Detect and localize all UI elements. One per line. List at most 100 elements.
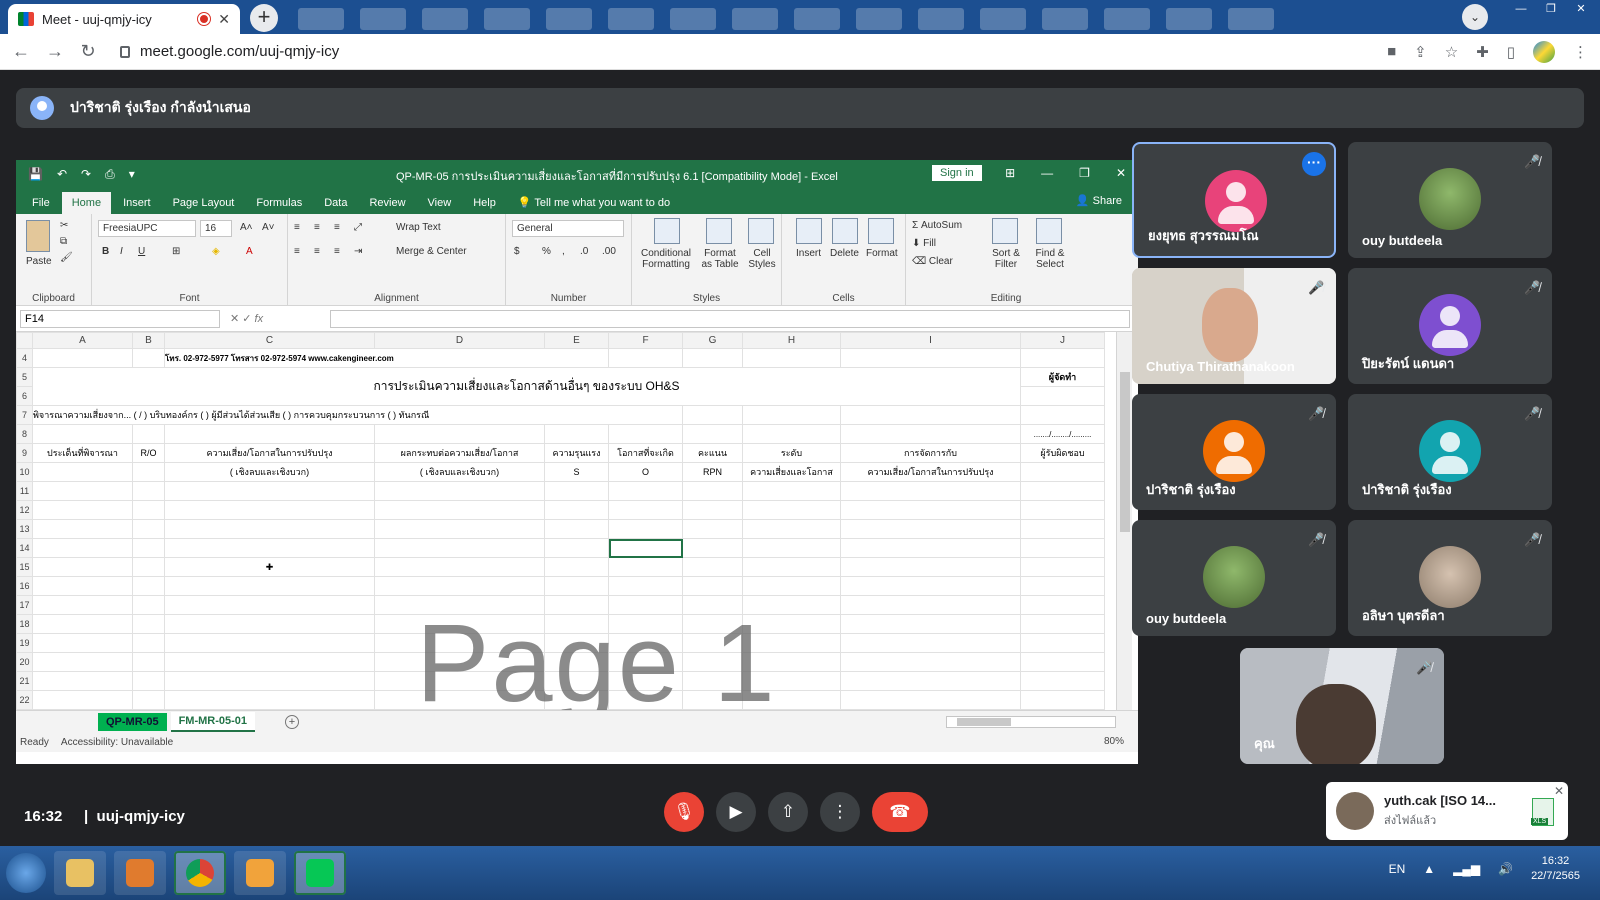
cell[interactable]	[32, 481, 133, 501]
cell[interactable]	[840, 633, 1021, 653]
cell[interactable]	[742, 633, 841, 653]
cell-styles-icon[interactable]	[748, 218, 774, 244]
tab-page-layout[interactable]: Page Layout	[163, 192, 245, 214]
tab-insert[interactable]: Insert	[113, 192, 161, 214]
cell[interactable]	[840, 690, 1021, 710]
font-size-select[interactable]: 16	[200, 220, 232, 237]
cell[interactable]	[132, 614, 165, 634]
accounting-format-icon[interactable]: $	[514, 246, 520, 257]
chat-notification[interactable]: yuth.cak [ISO 14... ส่งไฟล์แล้ว XLS ✕	[1326, 782, 1568, 840]
cell[interactable]	[840, 348, 1021, 368]
insert-cells-icon[interactable]	[796, 218, 822, 244]
format-as-table-button[interactable]: Format as Table	[698, 248, 742, 270]
row-header[interactable]: 17	[16, 595, 33, 615]
decrease-font-icon[interactable]: A˅	[262, 222, 275, 233]
cell[interactable]	[32, 557, 133, 577]
cell[interactable]	[608, 424, 683, 444]
borders-icon[interactable]: ⊞	[172, 246, 180, 257]
cell[interactable]	[682, 690, 743, 710]
cell[interactable]	[32, 576, 133, 596]
horizontal-scroll-thumb[interactable]	[957, 718, 1011, 726]
cell-header[interactable]: RPN	[682, 462, 743, 482]
cell-header[interactable]: โอกาสที่จะเกิด	[608, 443, 683, 463]
cell[interactable]	[682, 538, 743, 558]
col-header[interactable]: F	[608, 332, 683, 349]
participant-tile[interactable]: 🎤̸ อลิษา บุตรดีลา	[1348, 520, 1552, 636]
cell[interactable]	[374, 500, 545, 520]
cell[interactable]	[742, 424, 841, 444]
cell[interactable]	[32, 500, 133, 520]
cell-header[interactable]: ( เชิงลบและเชิงบวก)	[374, 462, 545, 482]
cell[interactable]	[374, 652, 545, 672]
cell[interactable]	[840, 652, 1021, 672]
increase-font-icon[interactable]: A˄	[240, 222, 253, 233]
cell[interactable]	[742, 519, 841, 539]
cell[interactable]	[608, 500, 683, 520]
cell-consideration[interactable]: พิจารณาความเสี่ยงจาก... ( / ) บริบทองค์ก…	[32, 405, 683, 425]
cell[interactable]	[840, 500, 1021, 520]
cell-header[interactable]: ความเสี่ยง/โอกาสในการปรับปรุง	[840, 462, 1021, 482]
cell[interactable]	[544, 424, 609, 444]
side-panel-icon[interactable]: ▯	[1507, 43, 1515, 61]
cell[interactable]	[374, 671, 545, 691]
cell[interactable]	[840, 519, 1021, 539]
cell-header[interactable]: R/O	[132, 443, 165, 463]
cell[interactable]	[544, 614, 609, 634]
col-header[interactable]: H	[742, 332, 841, 349]
customize-qat-icon[interactable]: ▾	[129, 167, 135, 182]
row-header[interactable]: 12	[16, 500, 33, 520]
cell[interactable]	[1020, 481, 1105, 501]
copy-icon[interactable]: ⧉	[60, 236, 67, 247]
format-as-table-icon[interactable]	[706, 218, 732, 244]
cell[interactable]	[682, 652, 743, 672]
tab-home[interactable]: Home	[61, 192, 112, 214]
row-header[interactable]: 22	[16, 690, 33, 710]
cell[interactable]	[682, 595, 743, 615]
tab-view[interactable]: View	[418, 192, 462, 214]
cell[interactable]	[544, 538, 609, 558]
new-tab-button[interactable]: +	[250, 4, 278, 32]
present-screen-button[interactable]: ⇧	[768, 792, 808, 832]
cell[interactable]	[840, 424, 1021, 444]
cell[interactable]	[132, 633, 165, 653]
url-field[interactable]: meet.google.com/uuj-qmjy-icy	[114, 37, 1370, 66]
cell[interactable]	[608, 595, 683, 615]
language-indicator[interactable]: EN	[1389, 862, 1406, 876]
cell[interactable]	[544, 519, 609, 539]
cell[interactable]	[164, 633, 375, 653]
cell[interactable]	[374, 481, 545, 501]
accessibility-status[interactable]: Accessibility: Unavailable	[61, 737, 173, 748]
taskbar-clock[interactable]: 16:32 22/7/2565	[1531, 854, 1580, 884]
select-all-corner[interactable]	[16, 332, 33, 349]
row-header[interactable]: 10	[16, 462, 33, 482]
extensions-puzzle-icon[interactable]: ✚	[1476, 43, 1489, 61]
cell[interactable]	[164, 595, 375, 615]
tell-me-search[interactable]: 💡 Tell me what you want to do	[508, 191, 680, 214]
cell[interactable]	[682, 424, 743, 444]
participant-tile[interactable]: 🎤̸ ouy butdeela	[1132, 520, 1336, 636]
share-icon[interactable]: ⇪	[1414, 43, 1427, 61]
cell[interactable]	[1020, 614, 1105, 634]
align-center-icon[interactable]: ≡	[314, 246, 320, 257]
cell[interactable]	[608, 690, 683, 710]
cell[interactable]	[840, 595, 1021, 615]
row-header[interactable]: 5	[16, 367, 33, 387]
align-top-icon[interactable]: ≡	[294, 222, 300, 233]
insert-function-icon[interactable]: ✕ ✓ fx	[230, 312, 320, 325]
cell[interactable]	[1020, 576, 1105, 596]
cell[interactable]	[840, 671, 1021, 691]
vertical-scroll-thumb[interactable]	[1120, 372, 1130, 532]
row-header[interactable]: 11	[16, 481, 33, 501]
self-view-tile[interactable]: 🎤̸ คุณ	[1240, 648, 1444, 764]
cell[interactable]	[742, 538, 841, 558]
clear-button[interactable]: ⌫ Clear	[912, 256, 953, 267]
cell[interactable]	[742, 576, 841, 596]
sheet-tab-fm-mr-05-01[interactable]: FM-MR-05-01	[170, 711, 256, 732]
windows-start-button[interactable]	[6, 853, 46, 893]
cell[interactable]	[164, 538, 375, 558]
cell[interactable]	[1020, 405, 1105, 425]
cell[interactable]	[544, 633, 609, 653]
format-cells-button[interactable]: Format	[866, 248, 898, 259]
tab-file[interactable]: File	[22, 192, 60, 214]
paste-button[interactable]: Paste	[26, 256, 52, 267]
